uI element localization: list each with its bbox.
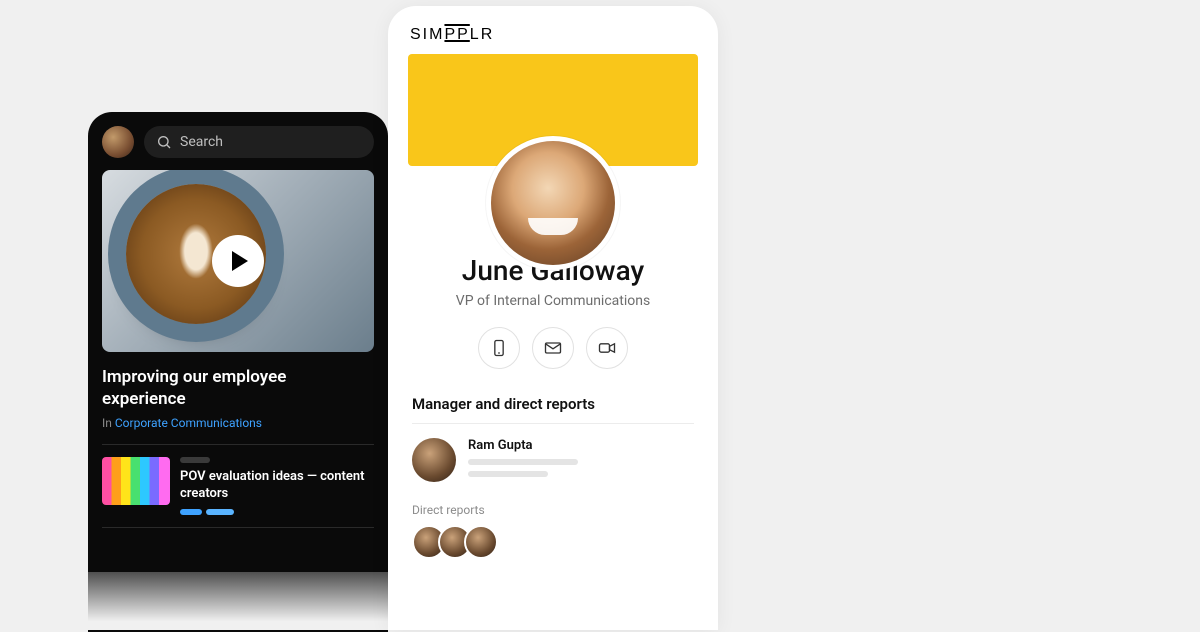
manager-name: Ram Gupta <box>468 438 578 453</box>
video-icon <box>597 338 617 358</box>
feed-hero-category-link[interactable]: Corporate Communications <box>115 416 262 430</box>
email-button[interactable] <box>532 327 574 369</box>
tag-pill <box>180 509 202 515</box>
direct-reports-row[interactable] <box>388 525 718 559</box>
avatar[interactable] <box>102 126 134 158</box>
skeleton-line <box>180 457 210 463</box>
direct-reports-label: Direct reports <box>388 487 718 525</box>
play-icon[interactable] <box>212 235 264 287</box>
feed-hero-meta: In Corporate Communications <box>88 416 388 444</box>
search-icon <box>156 134 172 150</box>
feed-item[interactable]: POV evaluation ideas — content creators <box>88 445 388 527</box>
phone-button[interactable] <box>478 327 520 369</box>
search-placeholder: Search <box>180 134 223 150</box>
feed-hero-title[interactable]: Improving our employee experience <box>88 352 388 416</box>
search-input[interactable]: Search <box>144 126 374 158</box>
feed-header: Search <box>88 112 388 170</box>
feed-item-thumb <box>102 457 170 505</box>
avatar <box>464 525 498 559</box>
video-button[interactable] <box>586 327 628 369</box>
section-title-manager: Manager and direct reports <box>388 369 718 423</box>
avatar <box>412 438 456 482</box>
profile-card: SIMPPLR June Galloway VP of Internal Com… <box>388 6 718 630</box>
feed-reflection: 8 Cardinal rules of running a virtual me… <box>88 572 388 630</box>
divider <box>102 527 374 528</box>
phone-icon <box>489 338 509 358</box>
contact-row <box>388 327 718 369</box>
skeleton-line <box>468 471 548 477</box>
feed-hero-media[interactable] <box>102 170 374 352</box>
profile-avatar[interactable] <box>486 136 620 270</box>
manager-row[interactable]: Ram Gupta <box>388 424 718 487</box>
skeleton-line <box>468 459 578 465</box>
tag-pill <box>206 509 234 515</box>
feed-card: Search Improving our employee experience… <box>88 112 388 632</box>
profile-role: VP of Internal Communications <box>388 293 718 309</box>
email-icon <box>543 338 563 358</box>
brand-logo: SIMPPLR <box>388 6 718 54</box>
feed-item-title: POV evaluation ideas — content creators <box>180 469 374 503</box>
